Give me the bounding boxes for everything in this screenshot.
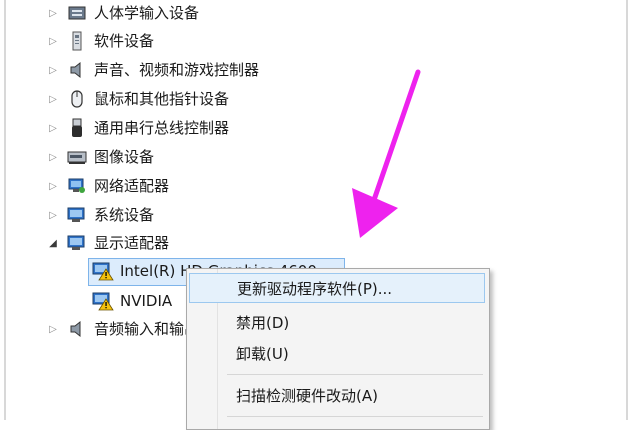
network-adapter-icon — [66, 176, 88, 196]
expand-arrow-icon[interactable]: ▷ — [46, 123, 60, 134]
tree-item-label: NVIDIA — [120, 292, 173, 310]
window-border-right — [626, 0, 628, 420]
imaging-device-icon — [66, 147, 88, 167]
tree-item-label: 网络适配器 — [94, 177, 170, 195]
tree-item-audio-io[interactable]: ▷ 音频输入和输出 — [46, 316, 199, 342]
software-device-icon — [66, 31, 88, 51]
tree-item-label: 声音、视频和游戏控制器 — [94, 61, 260, 79]
expand-arrow-icon[interactable]: ▷ — [46, 181, 60, 192]
tree-item-software-devices[interactable]: ▷ 软件设备 — [46, 28, 154, 54]
audio-io-icon — [66, 319, 88, 339]
expand-arrow-icon[interactable]: ▷ — [46, 94, 60, 105]
display-adapter-icon — [66, 233, 88, 253]
tree-item-label: 鼠标和其他指针设备 — [94, 90, 230, 108]
window-border-left — [4, 0, 6, 420]
warning-monitor-icon — [92, 261, 114, 281]
tree-item-label: 系统设备 — [94, 206, 155, 224]
tree-item-imaging-devices[interactable]: ▷ 图像设备 — [46, 144, 154, 170]
expand-arrow-icon[interactable]: ▷ — [46, 210, 60, 221]
warning-monitor-icon — [92, 291, 114, 311]
usb-icon — [66, 118, 88, 138]
menu-item-label: 扫描检测硬件改动(A) — [236, 386, 378, 405]
expand-arrow-icon[interactable]: ▷ — [46, 152, 60, 163]
tree-item-hid[interactable]: ▷ 人体学输入设备 — [46, 0, 199, 26]
tree-child-nvidia[interactable]: NVIDIA — [92, 288, 172, 314]
menu-item-scan-hardware[interactable]: 扫描检测硬件改动(A) — [189, 380, 485, 410]
context-menu: 更新驱动程序软件(P)... 禁用(D) 卸载(U) 扫描检测硬件改动(A) — [186, 268, 490, 430]
expand-arrow-icon[interactable]: ▷ — [46, 324, 60, 335]
device-manager-window: ▷ 人体学输入设备 ▷ 软件设备 ▷ 声音、视频和游戏控制器 ▷ 鼠标和其他指针… — [0, 0, 630, 430]
speaker-icon — [66, 60, 88, 80]
menu-item-disable[interactable]: 禁用(D) — [189, 307, 485, 337]
tree-item-label: 人体学输入设备 — [94, 4, 200, 22]
system-device-icon — [66, 205, 88, 225]
menu-item-label: 禁用(D) — [236, 313, 290, 332]
menu-item-uninstall[interactable]: 卸载(U) — [189, 338, 485, 368]
menu-separator — [227, 374, 483, 375]
tree-item-display-adapters[interactable]: ◢ 显示适配器 — [46, 230, 169, 256]
collapse-arrow-icon[interactable]: ◢ — [46, 238, 60, 249]
tree-item-network-adapters[interactable]: ▷ 网络适配器 — [46, 173, 169, 199]
expand-arrow-icon[interactable]: ▷ — [46, 65, 60, 76]
menu-separator — [227, 416, 483, 417]
tree-item-usb-controllers[interactable]: ▷ 通用串行总线控制器 — [46, 115, 229, 141]
mouse-icon — [66, 89, 88, 109]
tree-item-mouse[interactable]: ▷ 鼠标和其他指针设备 — [46, 86, 229, 112]
tree-item-label: 音频输入和输出 — [94, 320, 200, 338]
tree-item-system-devices[interactable]: ▷ 系统设备 — [46, 202, 154, 228]
tree-item-label: 图像设备 — [94, 148, 155, 166]
tree-item-sound-video-game[interactable]: ▷ 声音、视频和游戏控制器 — [46, 57, 259, 83]
menu-item-label: 卸载(U) — [236, 344, 289, 363]
tree-item-label: 显示适配器 — [94, 234, 170, 252]
expand-arrow-icon[interactable]: ▷ — [46, 36, 60, 47]
menu-item-update-driver[interactable]: 更新驱动程序软件(P)... — [189, 273, 485, 303]
expand-arrow-icon[interactable]: ▷ — [46, 8, 60, 19]
tree-item-label: 通用串行总线控制器 — [94, 119, 230, 137]
menu-item-label: 更新驱动程序软件(P)... — [237, 279, 393, 298]
tree-item-label: 软件设备 — [94, 32, 155, 50]
annotation-arrow-icon — [352, 69, 421, 238]
hid-device-icon — [66, 3, 88, 23]
